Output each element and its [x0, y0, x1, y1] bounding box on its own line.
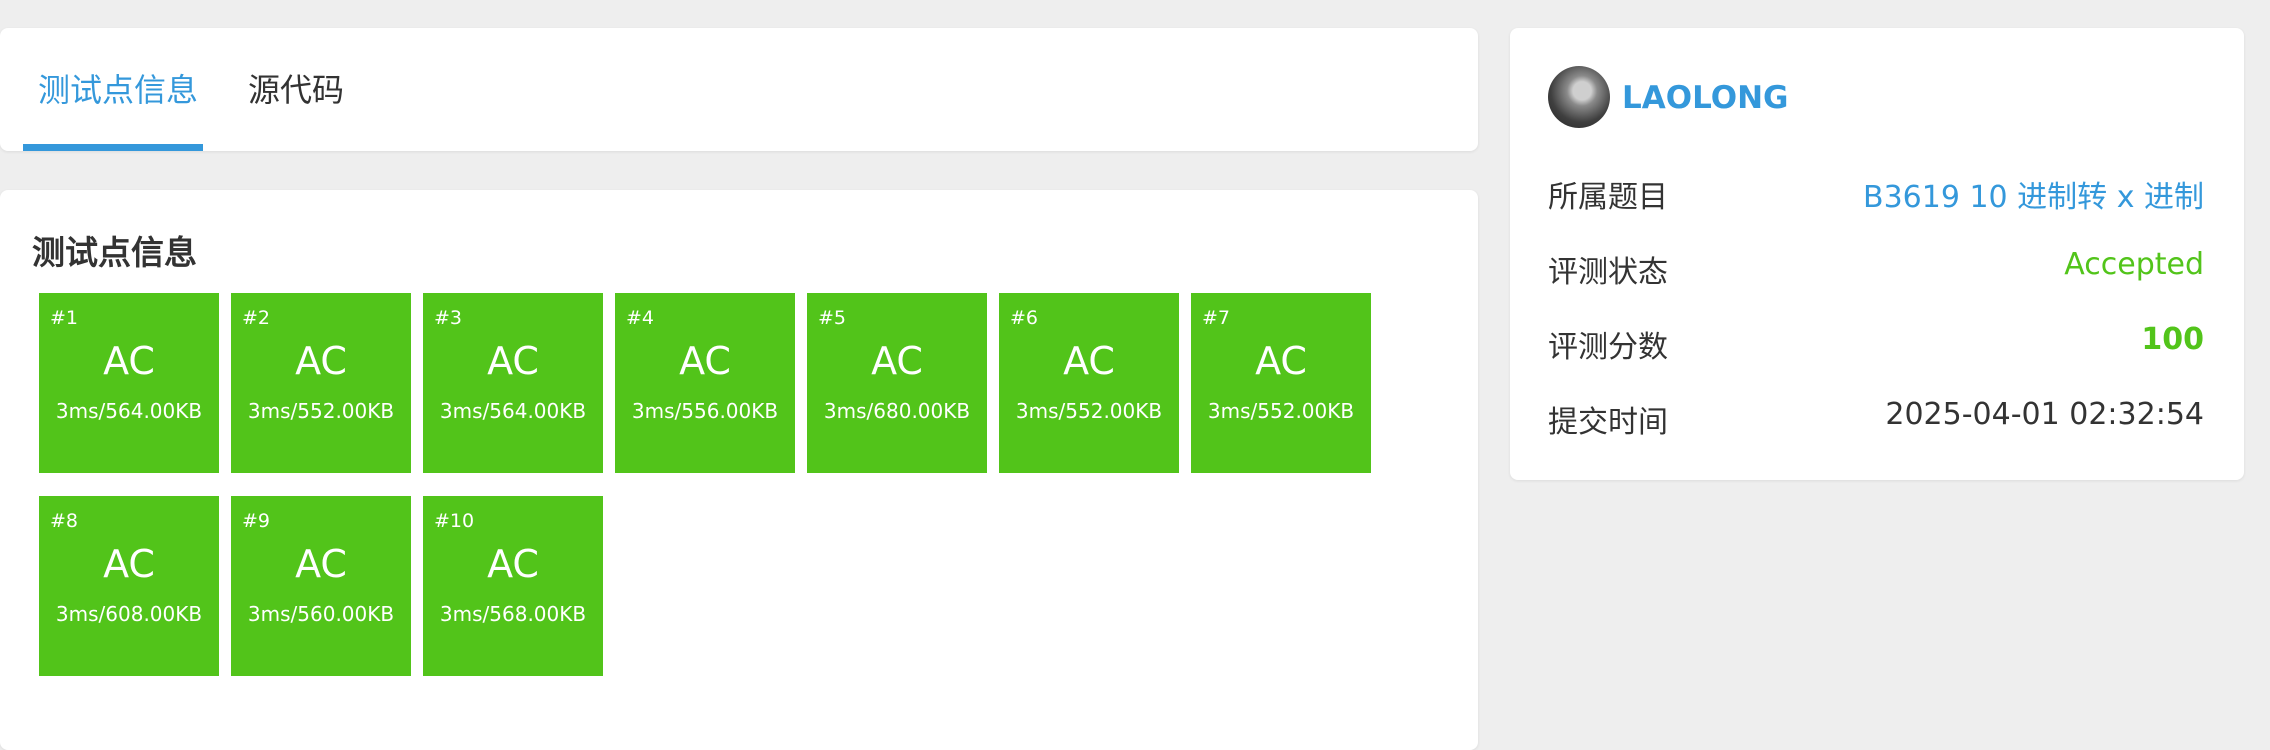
- status-value: Accepted: [2064, 247, 2204, 282]
- testpoint-number: #4: [626, 307, 655, 329]
- testpoint-tile[interactable]: #7 AC 3ms/552.00KB: [1191, 293, 1371, 473]
- score-row: 评测分数 100: [1548, 322, 2204, 365]
- testpoint-tile[interactable]: #10 AC 3ms/568.00KB: [423, 496, 603, 676]
- testpoint-status: AC: [295, 542, 347, 586]
- testpoint-number: #2: [242, 307, 271, 329]
- testpoint-number: #10: [434, 510, 475, 532]
- score-value: 100: [2141, 322, 2204, 357]
- testpoint-tile[interactable]: #4 AC 3ms/556.00KB: [615, 293, 795, 473]
- submission-info-card: LAOLONG 所属题目 B3619 10 进制转 x 进制 评测状态 Acce…: [1510, 28, 2244, 480]
- time-value: 2025-04-01 02:32:54: [1885, 397, 2204, 432]
- testpoint-time-memory: 3ms/552.00KB: [1207, 399, 1355, 423]
- testpoint-tile[interactable]: #3 AC 3ms/564.00KB: [423, 293, 603, 473]
- testpoint-number: #7: [1202, 307, 1231, 329]
- testpoint-tile[interactable]: #5 AC 3ms/680.00KB: [807, 293, 987, 473]
- avatar[interactable]: [1548, 66, 1610, 128]
- testpoint-time-memory: 3ms/564.00KB: [439, 399, 587, 423]
- status-label: 评测状态: [1548, 255, 1668, 290]
- testpoint-number: #1: [50, 307, 79, 329]
- testpoint-tile[interactable]: #9 AC 3ms/560.00KB: [231, 496, 411, 676]
- testpoint-time-memory: 3ms/564.00KB: [55, 399, 203, 423]
- testpoint-number: #3: [434, 307, 463, 329]
- testpoint-time-memory: 3ms/552.00KB: [247, 399, 395, 423]
- time-row: 提交时间 2025-04-01 02:32:54: [1548, 397, 2204, 440]
- testpoints-card: 测试点信息 #1 AC 3ms/564.00KB #2 AC 3ms/552.00KB #3…: [0, 190, 1478, 750]
- testpoint-tile[interactable]: #1 AC 3ms/564.00KB: [39, 293, 219, 473]
- active-tab-indicator: [23, 144, 203, 151]
- problem-label: 所属题目: [1548, 180, 1668, 215]
- testpoint-time-memory: 3ms/568.00KB: [439, 602, 587, 626]
- testpoint-status: AC: [679, 339, 731, 383]
- problem-link[interactable]: B3619 10 进制转 x 进制: [1863, 172, 2204, 216]
- testpoint-status: AC: [871, 339, 923, 383]
- time-label: 提交时间: [1548, 405, 1668, 440]
- testpoints-title: 测试点信息: [32, 233, 197, 272]
- tab-source-code[interactable]: 源代码: [248, 28, 344, 151]
- testpoint-tile[interactable]: #6 AC 3ms/552.00KB: [999, 293, 1179, 473]
- username-link[interactable]: LAOLONG: [1622, 80, 1789, 116]
- testpoint-time-memory: 3ms/680.00KB: [823, 399, 971, 423]
- testpoint-number: #8: [50, 510, 79, 532]
- testpoint-number: #9: [242, 510, 271, 532]
- testpoint-status: AC: [295, 339, 347, 383]
- testpoint-status: AC: [487, 542, 539, 586]
- testpoint-tile[interactable]: #2 AC 3ms/552.00KB: [231, 293, 411, 473]
- testpoint-status: AC: [1255, 339, 1307, 383]
- testpoint-time-memory: 3ms/560.00KB: [247, 602, 395, 626]
- testpoint-number: #5: [818, 307, 847, 329]
- score-label: 评测分数: [1548, 330, 1668, 365]
- testpoint-status: AC: [1063, 339, 1115, 383]
- testpoint-time-memory: 3ms/556.00KB: [631, 399, 779, 423]
- testpoint-status: AC: [103, 339, 155, 383]
- status-row: 评测状态 Accepted: [1548, 247, 2204, 290]
- testpoint-status: AC: [103, 542, 155, 586]
- testpoint-number: #6: [1010, 307, 1039, 329]
- testpoint-status: AC: [487, 339, 539, 383]
- testpoint-time-memory: 3ms/552.00KB: [1015, 399, 1163, 423]
- testpoint-tile[interactable]: #8 AC 3ms/608.00KB: [39, 496, 219, 676]
- tab-testpoints[interactable]: 测试点信息: [23, 28, 203, 151]
- testpoint-time-memory: 3ms/608.00KB: [55, 602, 203, 626]
- tabs-card: 测试点信息 源代码: [0, 28, 1478, 151]
- problem-row: 所属题目 B3619 10 进制转 x 进制: [1548, 172, 2204, 215]
